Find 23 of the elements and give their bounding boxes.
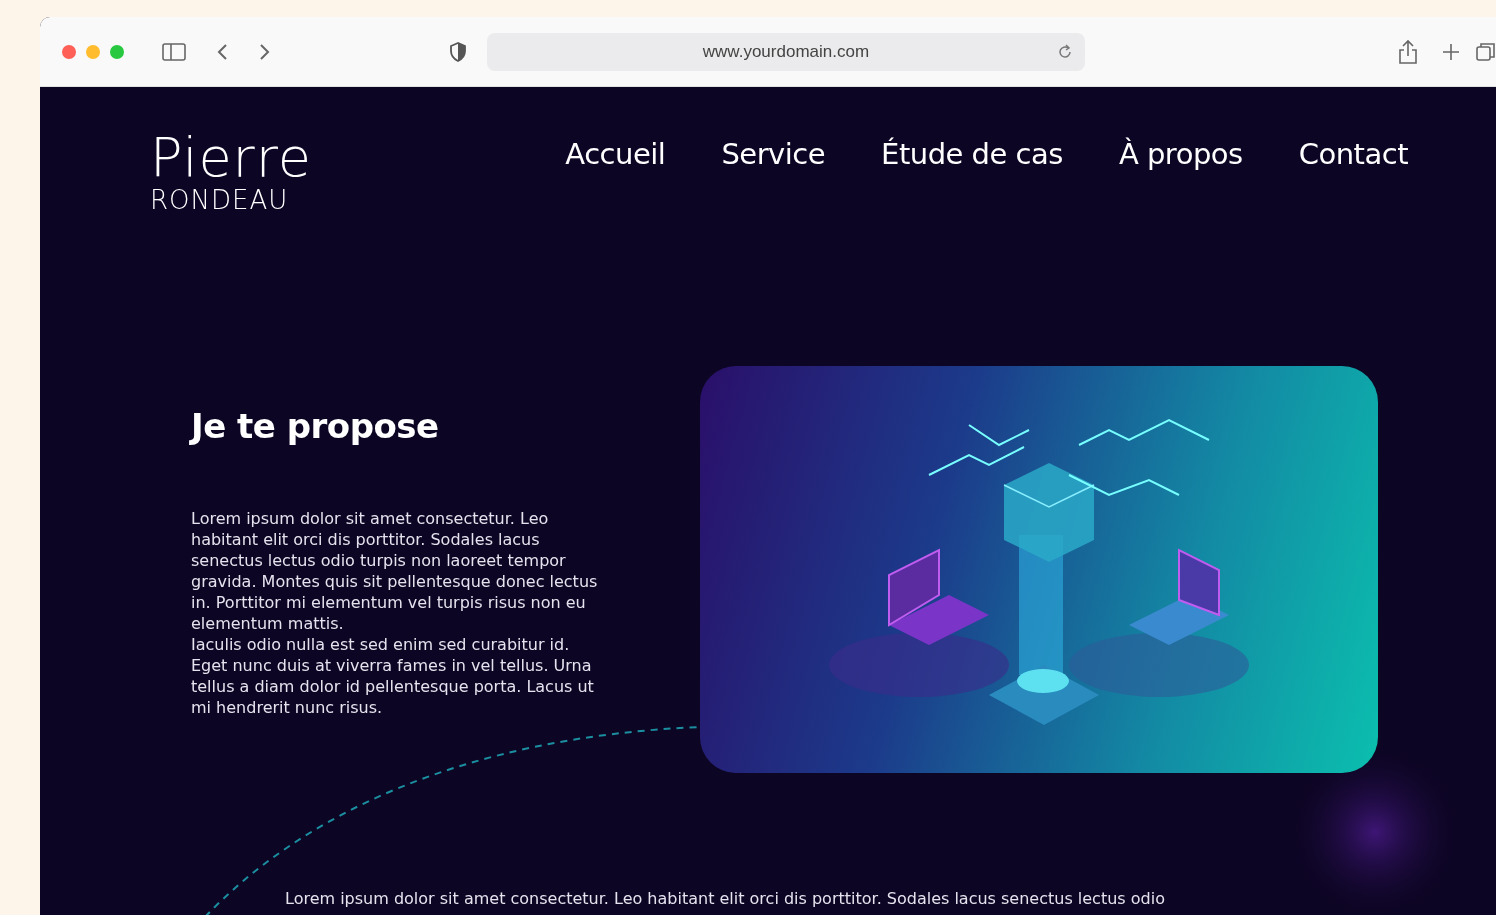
nav-link[interactable]: Étude de cas	[881, 137, 1063, 171]
nav-link[interactable]: Accueil	[565, 137, 666, 171]
body-paragraph: Eget nunc duis at viverra fames in vel tellus. Urna tellus a diam dolor id pellentesque porta. Lacus ut mi hendrerit nunc risus.	[191, 655, 595, 718]
nav-link[interactable]: Contact	[1298, 137, 1408, 171]
logo-first-name: Pierre	[150, 131, 313, 185]
sidebar-icon[interactable]	[161, 42, 186, 61]
url-text: www.yourdomain.com	[702, 41, 870, 62]
tabs-overview-icon[interactable]	[1476, 41, 1496, 62]
section-heading: Je te propose	[191, 406, 440, 446]
share-icon[interactable]	[1398, 38, 1418, 65]
forward-icon[interactable]	[258, 42, 271, 61]
back-icon[interactable]	[215, 42, 228, 61]
reload-icon[interactable]	[1057, 43, 1073, 60]
shield-icon[interactable]	[448, 41, 467, 62]
logo-last-name: RONDEAU	[150, 187, 290, 213]
body-paragraph: Iaculis odio nulla est sed enim sed curabitur id.	[191, 634, 571, 655]
nav-link[interactable]: Service	[721, 137, 826, 171]
footer-paragraph: Lorem ipsum dolor sit amet consectetur. Leo habitant elit orci dis porttitor. Sodales lacus senectus lectus odio	[285, 889, 1165, 908]
body-paragraph: Lorem ipsum dolor sit amet consectetur. Leo habitant elit orci dis porttitor. Sodales lacus senectus lectus odio turpis non laoreet tempor gravida. Montes quis sit pellentesque donec lectus in. Porttitor mi elementum vel turpis risus non eu elementum mattis.	[191, 508, 599, 634]
new-tab-icon[interactable]	[1442, 42, 1460, 61]
nav-link[interactable]: À propos	[1118, 137, 1243, 171]
address-bar[interactable]: www.yourdomain.com	[486, 32, 1085, 71]
close-window-icon[interactable]	[62, 44, 76, 59]
